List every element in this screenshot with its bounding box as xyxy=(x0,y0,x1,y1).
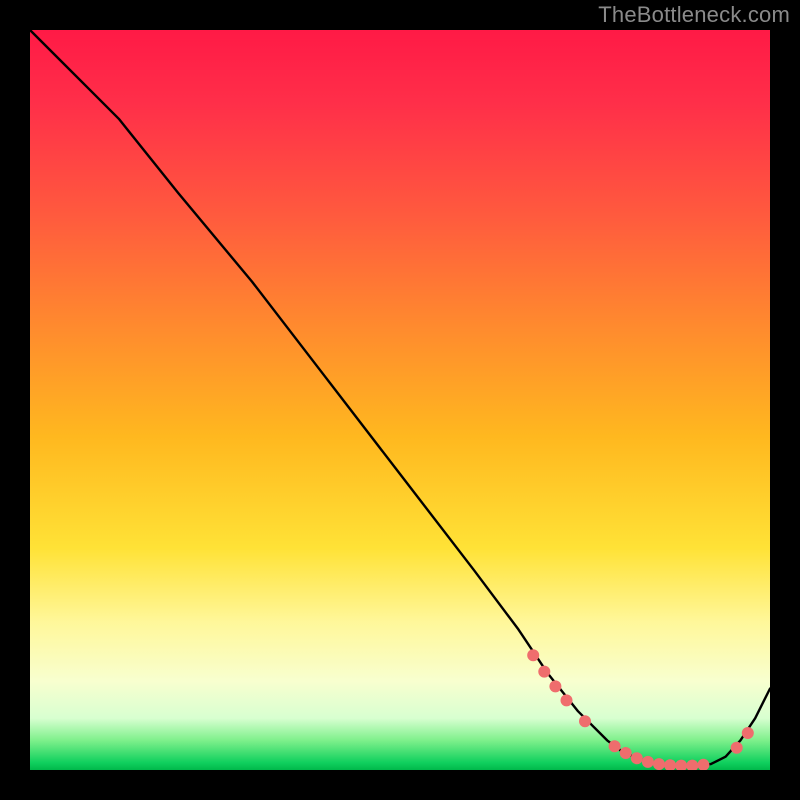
curve-marker xyxy=(549,680,561,692)
curve-marker xyxy=(642,756,654,768)
curve-marker xyxy=(561,694,573,706)
curve-marker xyxy=(653,758,665,770)
curve-marker xyxy=(527,649,539,661)
bottleneck-curve xyxy=(30,30,770,766)
curve-marker xyxy=(538,666,550,678)
chart-container: TheBottleneck.com xyxy=(0,0,800,800)
curve-markers xyxy=(527,649,754,770)
curve-svg xyxy=(30,30,770,770)
watermark-text: TheBottleneck.com xyxy=(598,2,790,28)
curve-marker xyxy=(609,740,621,752)
curve-marker xyxy=(620,747,632,759)
curve-marker xyxy=(731,742,743,754)
curve-marker xyxy=(675,760,687,770)
curve-marker xyxy=(579,715,591,727)
curve-marker xyxy=(742,727,754,739)
curve-marker xyxy=(631,752,643,764)
curve-marker xyxy=(697,759,709,770)
curve-marker xyxy=(664,759,676,770)
plot-area xyxy=(30,30,770,770)
curve-marker xyxy=(686,760,698,770)
